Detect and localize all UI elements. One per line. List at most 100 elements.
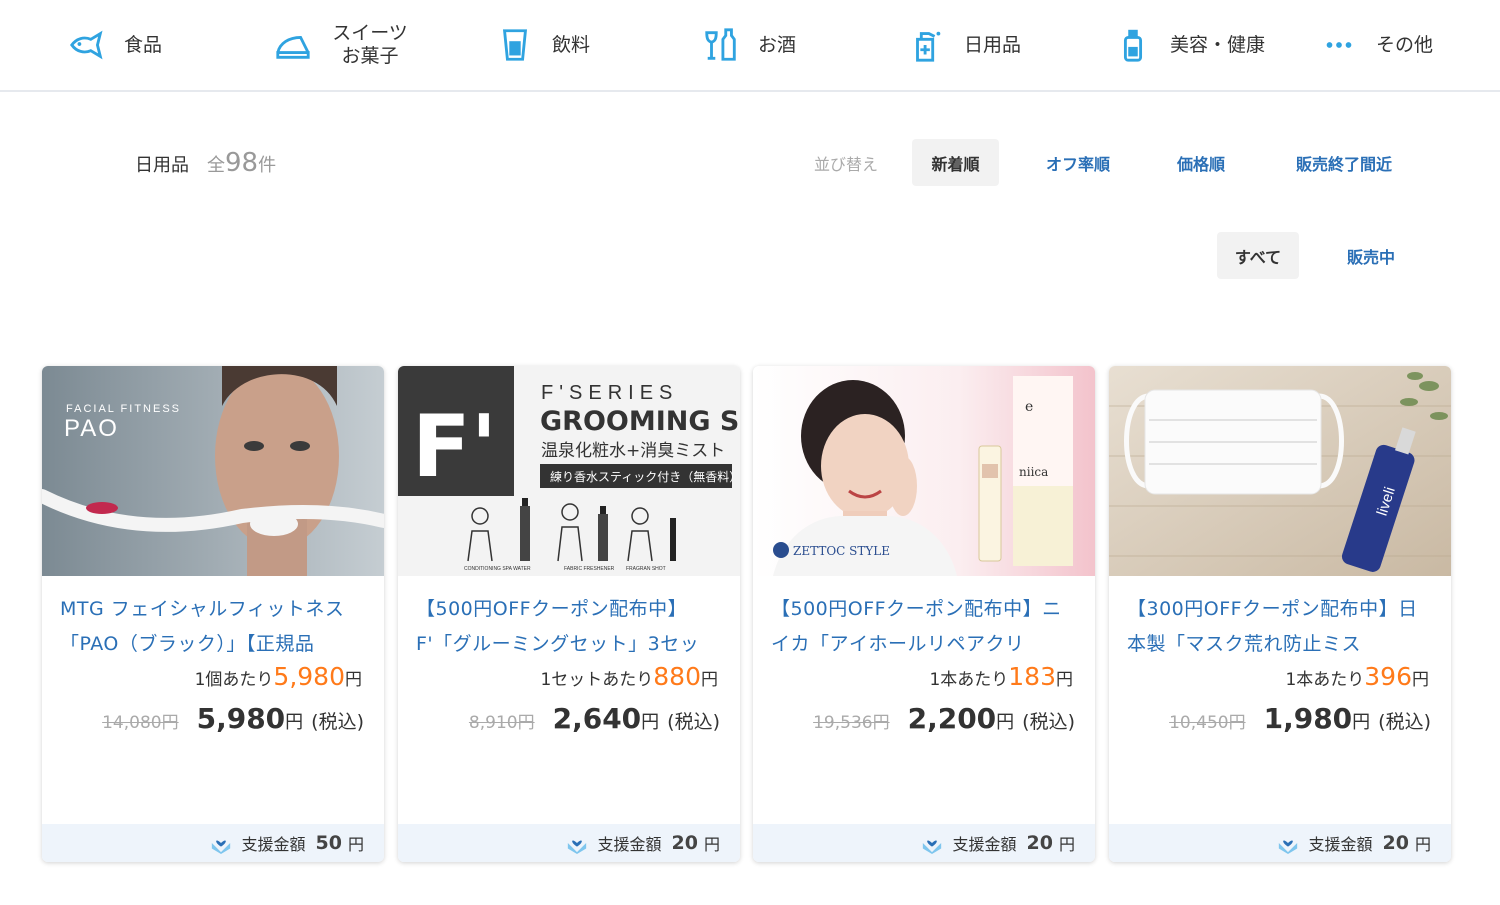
nav-item-drinks[interactable]: 飲料 bbox=[496, 0, 590, 90]
svg-text:e: e bbox=[1025, 399, 1033, 415]
image-text-line2: PAO bbox=[64, 415, 119, 442]
support-amount: 支援金額 20 円 bbox=[753, 824, 1095, 862]
nav-label: 美容・健康 bbox=[1170, 33, 1266, 56]
product-card[interactable]: liveli 【300円OFFクーポン配布中】日本製「マスク荒れ防止ミス 1本あ… bbox=[1109, 366, 1451, 862]
image-caption-3: FRAGRAN SHOT bbox=[626, 566, 666, 572]
sale-price: 2,200 bbox=[907, 702, 997, 735]
support-amount: 支援金額 20 円 bbox=[1109, 824, 1451, 862]
more-dots-icon bbox=[1326, 42, 1352, 48]
fish-icon bbox=[70, 30, 103, 60]
product-card[interactable]: F' F'SERIES GROOMING SET 温泉化粧水+消臭ミスト 練り香… bbox=[398, 366, 740, 862]
unit-price: 1セットあたり880円 bbox=[540, 662, 718, 691]
unit-suffix: 円 bbox=[1412, 670, 1429, 690]
sort-discount-button[interactable]: オフ率順 bbox=[1030, 139, 1126, 186]
count-suffix: 件 bbox=[258, 155, 277, 176]
nav-item-liquor[interactable]: お酒 bbox=[702, 0, 796, 90]
nav-label: その他 bbox=[1376, 33, 1434, 56]
nav-item-food[interactable]: 食品 bbox=[68, 0, 162, 90]
nav-item-sweets[interactable]: スイーツ お菓子 bbox=[274, 0, 410, 90]
nav-label: 飲料 bbox=[552, 33, 591, 56]
support-value: 20 bbox=[1026, 832, 1053, 854]
support-yen: 円 bbox=[1414, 835, 1431, 854]
unit-suffix: 円 bbox=[701, 670, 718, 690]
support-value: 20 bbox=[1382, 832, 1409, 854]
sort-ending-soon-button[interactable]: 販売終了間近 bbox=[1276, 139, 1412, 186]
product-title[interactable]: 【500円OFFクーポン配布中】F'「グルーミングセット」3セッ bbox=[416, 592, 716, 662]
unit-suffix: 円 bbox=[1056, 670, 1073, 690]
cup-icon bbox=[502, 29, 528, 61]
nav-item-beauty[interactable]: 美容・健康 bbox=[1114, 0, 1265, 90]
filter-all-button[interactable]: すべて bbox=[1217, 232, 1299, 279]
price-line: 19,536円 2,200 円 (税込) bbox=[813, 702, 1075, 735]
unit-price: 1本あたり183円 bbox=[929, 662, 1073, 691]
sort-label: 並び替え bbox=[814, 155, 879, 174]
support-yen: 円 bbox=[347, 835, 364, 854]
result-count: 日用品 全98件 bbox=[135, 148, 276, 178]
image-brand-mark: F' bbox=[412, 397, 497, 497]
image-brand-text: ZETTOC STYLE bbox=[793, 544, 890, 558]
unit-suffix: 円 bbox=[345, 670, 362, 690]
price-yen: 円 bbox=[996, 712, 1015, 733]
product-title[interactable]: MTG フェイシャルフィットネス「PAO（ブラック）」【正規品 bbox=[60, 592, 360, 662]
product-image-grooming: F' F'SERIES GROOMING SET 温泉化粧水+消臭ミスト 練り香… bbox=[398, 366, 740, 576]
heart-hands-icon bbox=[922, 840, 941, 854]
sort-newest-button[interactable]: 新着順 bbox=[912, 139, 999, 186]
nav-label: スイーツ お菓子 bbox=[330, 22, 410, 68]
unit-prefix: 1本あたり bbox=[929, 670, 1009, 690]
image-caption-2: FABRIC FRESHENER bbox=[564, 566, 615, 572]
image-text-line1: F'SERIES bbox=[541, 382, 678, 404]
product-image-pao: FACIAL FITNESS PAO bbox=[42, 366, 384, 576]
nav-item-other[interactable]: その他 bbox=[1320, 0, 1433, 90]
unit-prefix: 1セットあたり bbox=[540, 670, 654, 690]
original-price: 10,450円 bbox=[1169, 713, 1246, 733]
spray-bottle-icon bbox=[916, 31, 941, 62]
support-yen: 円 bbox=[703, 835, 720, 854]
unit-prefix: 1本あたり bbox=[1285, 670, 1365, 690]
image-text-line4: 練り香水スティック付き（無香料） bbox=[550, 469, 740, 484]
product-title[interactable]: 【500円OFFクーポン配布中】ニイカ「アイホールリペアクリ bbox=[771, 592, 1071, 662]
product-card[interactable]: FACIAL FITNESS PAO MTG フェイシャルフィットネス「PAO（… bbox=[42, 366, 384, 862]
unit-price-value: 183 bbox=[1008, 662, 1056, 691]
product-title[interactable]: 【300円OFFクーポン配布中】日本製「マスク荒れ防止ミス bbox=[1127, 592, 1427, 662]
category-nav: 食品 スイーツ お菓子 飲料 お酒 日用品 美容・健康 その他 bbox=[0, 0, 1500, 92]
product-image-niica: e niica ZETTOC STYLE bbox=[753, 366, 1095, 576]
product-image: e niica ZETTOC STYLE bbox=[753, 366, 1095, 576]
image-text-line3: 温泉化粧水+消臭ミスト bbox=[541, 441, 725, 461]
support-label: 支援金額 bbox=[241, 835, 306, 854]
sale-price: 5,980 bbox=[196, 702, 286, 735]
price-yen: 円 bbox=[1352, 712, 1371, 733]
product-image-mask: liveli bbox=[1109, 366, 1451, 576]
filter-on-sale-button[interactable]: 販売中 bbox=[1330, 232, 1412, 279]
original-price: 8,910円 bbox=[468, 713, 535, 733]
unit-prefix: 1個あたり bbox=[194, 670, 274, 690]
support-value: 20 bbox=[671, 832, 698, 854]
count-value: 98 bbox=[225, 148, 259, 178]
image-text-line1: FACIAL FITNESS bbox=[66, 403, 181, 415]
image-text-line2: GROOMING SET bbox=[540, 406, 740, 437]
product-image: FACIAL FITNESS PAO bbox=[42, 366, 384, 576]
support-label: 支援金額 bbox=[1308, 835, 1373, 854]
tax-label: (税込) bbox=[311, 711, 364, 733]
support-amount: 支援金額 20 円 bbox=[398, 824, 740, 862]
unit-price-value: 396 bbox=[1364, 662, 1412, 691]
image-box-text: niica bbox=[1019, 465, 1048, 479]
liquor-icon bbox=[705, 28, 736, 61]
price-yen: 円 bbox=[641, 712, 660, 733]
unit-price: 1本あたり396円 bbox=[1285, 662, 1429, 691]
nav-label: お酒 bbox=[758, 33, 797, 56]
nav-label: 食品 bbox=[124, 33, 163, 56]
nav-label-line1: スイーツ bbox=[332, 22, 408, 44]
nav-item-daily[interactable]: 日用品 bbox=[908, 0, 1021, 90]
unit-price: 1個あたり5,980円 bbox=[195, 662, 362, 691]
price-line: 8,910円 2,640 円 (税込) bbox=[469, 702, 720, 735]
support-label: 支援金額 bbox=[597, 835, 662, 854]
tax-label: (税込) bbox=[1378, 711, 1431, 733]
sort-price-button[interactable]: 価格順 bbox=[1160, 139, 1242, 186]
sale-price: 1,980 bbox=[1263, 702, 1353, 735]
product-card[interactable]: e niica ZETTOC STYLE 【500円OFFクーポン配布中】ニイカ… bbox=[753, 366, 1095, 862]
heart-hands-icon bbox=[211, 840, 230, 854]
cosmetic-bottle-icon bbox=[1123, 29, 1143, 62]
original-price: 19,536円 bbox=[813, 713, 890, 733]
cake-icon bbox=[276, 35, 310, 59]
support-value: 50 bbox=[315, 832, 342, 854]
